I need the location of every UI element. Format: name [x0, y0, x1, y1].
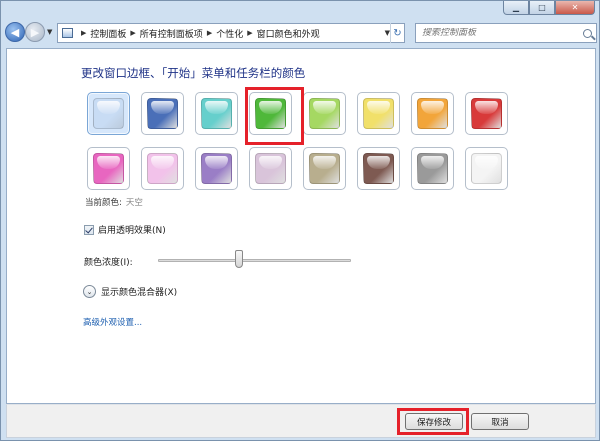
- color-swatch-fill: [471, 153, 502, 184]
- intensity-slider-thumb[interactable]: [235, 250, 244, 268]
- current-color-value: 天空: [125, 198, 143, 208]
- breadcrumb-item[interactable]: ▶ 所有控制面板项: [126, 27, 202, 40]
- breadcrumb-label: 窗口颜色和外观: [256, 29, 320, 40]
- color-swatch-fill: [309, 153, 340, 184]
- forward-button[interactable]: ▶: [25, 22, 45, 42]
- color-swatch[interactable]: [87, 92, 130, 135]
- breadcrumb: ▶ 控制面板 ▶ 所有控制面板项 ▶ 个性化 ▶ 窗口颜色和外观: [77, 27, 320, 40]
- breadcrumb-label: 控制面板: [90, 29, 127, 40]
- color-swatch-fill: [255, 153, 286, 184]
- refresh-icon[interactable]: ↻: [390, 23, 404, 43]
- cancel-button[interactable]: 取消: [471, 413, 529, 430]
- color-swatch[interactable]: [141, 147, 184, 190]
- breadcrumb-label: 个性化: [216, 29, 244, 40]
- chevron-down-icon: ⌄: [83, 285, 96, 298]
- color-swatch[interactable]: [195, 92, 238, 135]
- breadcrumb-item[interactable]: ▶ 控制面板: [77, 27, 126, 40]
- transparency-checkbox[interactable]: [84, 224, 94, 235]
- color-swatch[interactable]: [303, 147, 346, 190]
- color-swatch-fill: [147, 153, 178, 184]
- color-mixer-toggle[interactable]: ⌄ 显示颜色混合器(X): [83, 285, 177, 298]
- green-swatch-highlight: [245, 87, 304, 145]
- navigation-bar: ◀ ▶ ▼ ▶ 控制面板 ▶ 所有控制面板项 ▶ 个性化 ▶ 窗口颜色和外观 ▼ ↻: [1, 19, 600, 47]
- color-swatch-fill: [201, 98, 232, 129]
- color-swatch[interactable]: [465, 147, 508, 190]
- color-swatch[interactable]: [465, 92, 508, 135]
- close-button[interactable]: ✕: [555, 1, 595, 15]
- breadcrumb-item[interactable]: ▶ 个性化: [203, 27, 243, 40]
- breadcrumb-separator-icon: ▶: [81, 29, 87, 37]
- minimize-button[interactable]: ▁: [503, 1, 529, 15]
- color-swatch-fill: [201, 153, 232, 184]
- color-swatch[interactable]: [87, 147, 130, 190]
- search-input[interactable]: [422, 28, 572, 38]
- intensity-slider-track[interactable]: [158, 259, 351, 262]
- color-swatch[interactable]: [303, 92, 346, 135]
- breadcrumb-separator-icon: ▶: [247, 29, 253, 37]
- advanced-appearance-link[interactable]: 高级外观设置...: [83, 316, 142, 328]
- address-bar[interactable]: ▶ 控制面板 ▶ 所有控制面板项 ▶ 个性化 ▶ 窗口颜色和外观 ▼ ↻: [57, 23, 405, 43]
- current-color: 当前颜色: 天空: [85, 196, 143, 208]
- color-swatch[interactable]: [411, 147, 454, 190]
- color-swatch[interactable]: [249, 147, 292, 190]
- color-swatch-fill: [471, 98, 502, 129]
- forward-arrow-icon: ▶: [30, 25, 40, 39]
- current-color-label: 当前颜色:: [85, 198, 122, 208]
- color-swatch-fill: [363, 153, 394, 184]
- breadcrumb-item[interactable]: ▶ 窗口颜色和外观: [243, 27, 319, 40]
- window: ▁ □ ✕ ◀ ▶ ▼ ▶ 控制面板 ▶ 所有控制面板项 ▶ 个性化 ▶ 窗口颜色和外观…: [0, 0, 600, 441]
- color-swatch[interactable]: [195, 147, 238, 190]
- breadcrumb-separator-icon: ▶: [206, 29, 213, 37]
- color-swatch-fill: [363, 98, 394, 129]
- back-arrow-icon: ◀: [10, 25, 20, 39]
- color-swatch-fill: [417, 98, 448, 129]
- breadcrumb-separator-icon: ▶: [130, 29, 136, 37]
- back-button[interactable]: ◀: [5, 22, 25, 42]
- color-swatch-fill: [417, 153, 448, 184]
- color-swatch-fill: [93, 153, 124, 184]
- history-dropdown[interactable]: ▼: [47, 28, 52, 36]
- transparency-option[interactable]: 启用透明效果(N): [84, 223, 166, 236]
- content-pane: 更改窗口边框、「开始」菜单和任务栏的颜色 当前颜色: 天空 启用透明效果(N) 颜…: [6, 48, 596, 404]
- color-swatch-fill: [93, 98, 124, 129]
- control-panel-icon: [62, 28, 73, 38]
- color-swatch[interactable]: [141, 92, 184, 135]
- transparency-label: 启用透明效果(N): [98, 226, 166, 236]
- footer-bar: 保存修改 取消: [6, 404, 596, 438]
- save-button-highlight: [397, 408, 469, 435]
- search-box: [415, 23, 597, 43]
- maximize-button[interactable]: □: [529, 1, 555, 15]
- color-swatch[interactable]: [357, 147, 400, 190]
- color-swatch-fill: [147, 98, 178, 129]
- intensity-label: 颜色浓度(I):: [84, 258, 133, 268]
- color-swatch-fill: [309, 98, 340, 129]
- search-icon[interactable]: [583, 28, 592, 38]
- color-swatch[interactable]: [357, 92, 400, 135]
- color-mixer-label: 显示颜色混合器(X): [101, 288, 178, 298]
- caption-buttons: ▁ □ ✕: [503, 1, 595, 15]
- breadcrumb-label: 所有控制面板项: [139, 29, 203, 40]
- page-title: 更改窗口边框、「开始」菜单和任务栏的颜色: [81, 66, 306, 80]
- color-swatch[interactable]: [411, 92, 454, 135]
